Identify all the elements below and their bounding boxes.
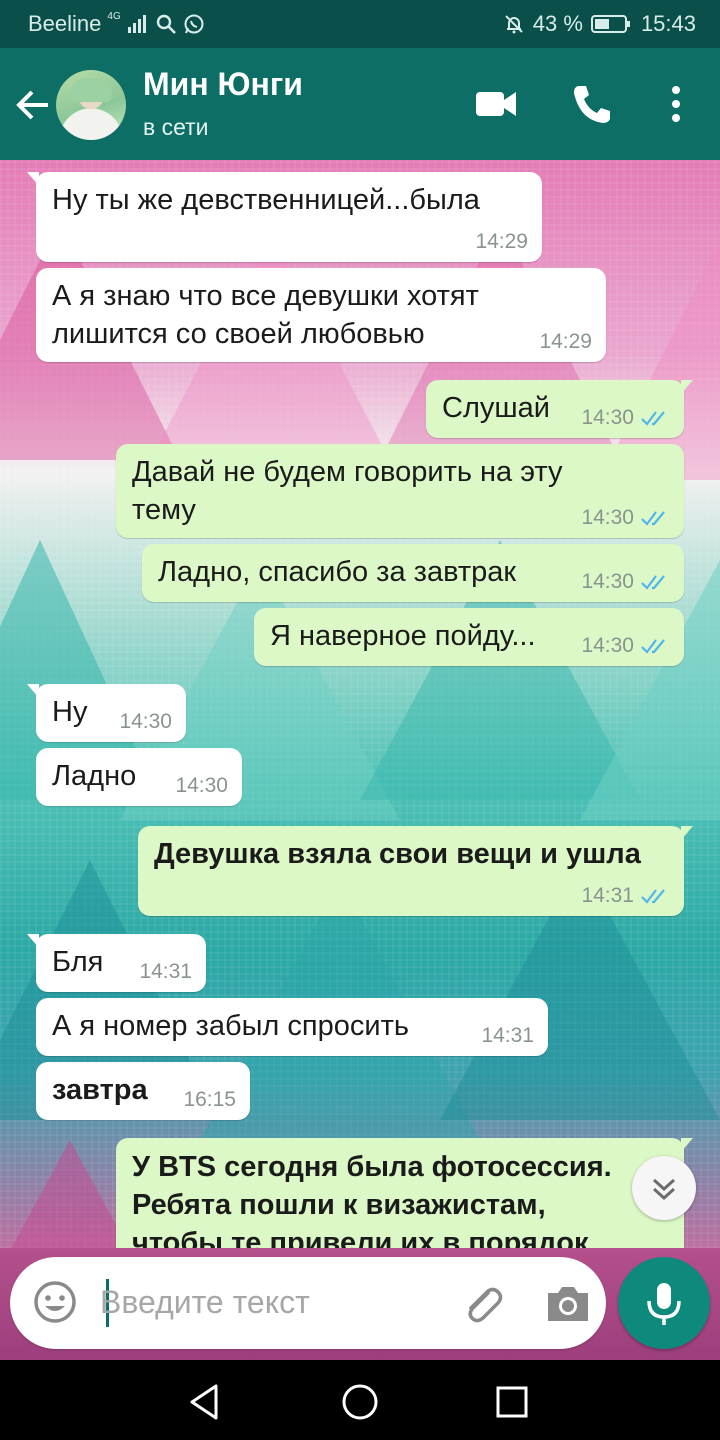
battery-icon <box>590 15 630 33</box>
message-text: Ладно <box>52 760 137 792</box>
message-outgoing[interactable]: Ладно, спасибо за завтрак 14:30 <box>142 544 684 602</box>
message-incoming[interactable]: Ладно 14:30 <box>36 748 242 806</box>
whatsapp-icon <box>184 14 204 34</box>
message-outgoing[interactable]: Слушай 14:30 <box>426 380 693 438</box>
message-time: 14:31 <box>139 960 192 983</box>
back-arrow-icon[interactable] <box>12 84 54 126</box>
message-time: 14:30 <box>119 710 172 733</box>
message-text: Ну ты же девственницей...была <box>52 184 480 216</box>
message-incoming[interactable]: А я номер забыл спросить 14:31 <box>36 998 548 1056</box>
message-time: 16:15 <box>183 1088 236 1111</box>
message-incoming[interactable]: Ну ты же девственницей...была 14:29 <box>27 172 542 262</box>
emoji-icon[interactable] <box>32 1279 78 1325</box>
message-time: 14:30 <box>581 634 634 657</box>
network-type-label: 4G <box>107 10 121 22</box>
message-incoming[interactable]: А я знаю что все девушки хотят лишится с… <box>36 268 606 362</box>
contact-name[interactable]: Мин Юнги <box>143 66 303 103</box>
message-time: 14:30 <box>581 406 634 429</box>
message-text: Девушка взяла свои вещи и ушла <box>154 838 641 870</box>
chat-header: Мин Юнги в сети <box>0 48 720 160</box>
battery-percent: 43 % <box>532 11 583 36</box>
message-text-line: Ребята пошли к визажистам, <box>132 1189 546 1221</box>
message-time: 14:31 <box>481 1024 534 1047</box>
message-time: 14:30 <box>581 570 634 593</box>
message-text-line: тему <box>132 494 196 526</box>
message-text: Слушай <box>442 392 550 424</box>
mic-icon <box>647 1283 681 1325</box>
phone-icon[interactable] <box>568 80 616 128</box>
message-text-line: лишится со своей любовью <box>52 318 425 350</box>
signal-icon <box>127 15 146 33</box>
scroll-down-button[interactable] <box>632 1156 696 1220</box>
message-outgoing[interactable]: Давай не будем говорить на эту тему 14:3… <box>116 444 684 538</box>
recents-square-icon[interactable] <box>490 1380 534 1424</box>
avatar[interactable] <box>56 70 126 140</box>
camera-icon[interactable] <box>544 1281 592 1325</box>
message-text-line: А я знаю что все девушки хотят <box>52 280 479 312</box>
home-circle-icon[interactable] <box>338 1380 382 1424</box>
message-time: 14:30 <box>581 506 634 529</box>
message-text-line: У BTS сегодня была фотосессия. <box>132 1151 612 1183</box>
message-input[interactable] <box>96 1277 420 1327</box>
read-ticks-icon <box>641 411 665 426</box>
clock: 15:43 <box>640 11 696 36</box>
message-text-line: Давай не будем говорить на эту <box>132 456 563 488</box>
read-ticks-icon <box>641 575 665 590</box>
message-time: 14:29 <box>475 230 528 253</box>
message-time: 14:31 <box>581 884 634 907</box>
carrier-label: Beeline <box>28 11 102 36</box>
mute-bell-icon <box>505 15 523 34</box>
message-incoming[interactable]: Ну 14:30 <box>27 684 186 742</box>
message-outgoing[interactable]: Я наверное пойду... 14:30 <box>254 608 684 666</box>
message-incoming[interactable]: завтра 16:15 <box>36 1062 250 1120</box>
video-call-icon[interactable] <box>472 80 520 128</box>
chat-area[interactable]: Ну ты же девственницей...была 14:29 А я … <box>0 160 720 1360</box>
more-vert-icon[interactable] <box>652 80 700 128</box>
message-composer <box>10 1257 606 1349</box>
search-icon <box>156 14 176 34</box>
status-bar: Beeline 4G 43 % 15:43 <box>0 0 720 48</box>
system-nav-bar <box>0 1360 720 1440</box>
back-triangle-icon[interactable] <box>184 1380 228 1424</box>
message-text: А я номер забыл спросить <box>52 1010 409 1042</box>
message-time: 14:29 <box>539 330 592 353</box>
message-time: 14:30 <box>175 774 228 797</box>
message-text: Ладно, спасибо за завтрак <box>158 556 517 588</box>
voice-record-button[interactable] <box>618 1257 710 1349</box>
message-outgoing[interactable]: Девушка взяла свои вещи и ушла 14:31 <box>138 826 693 916</box>
message-text: Бля <box>52 946 104 978</box>
read-ticks-icon <box>641 639 665 654</box>
read-ticks-icon <box>641 511 665 526</box>
read-ticks-icon <box>641 889 665 904</box>
message-text: завтра <box>52 1074 148 1106</box>
contact-status: в сети <box>143 114 209 140</box>
message-text: Ну <box>52 696 88 728</box>
message-incoming[interactable]: Бля 14:31 <box>27 934 206 992</box>
message-text: Я наверное пойду... <box>270 620 536 652</box>
paperclip-icon[interactable] <box>458 1279 506 1327</box>
chevron-double-down-icon <box>652 1178 676 1201</box>
